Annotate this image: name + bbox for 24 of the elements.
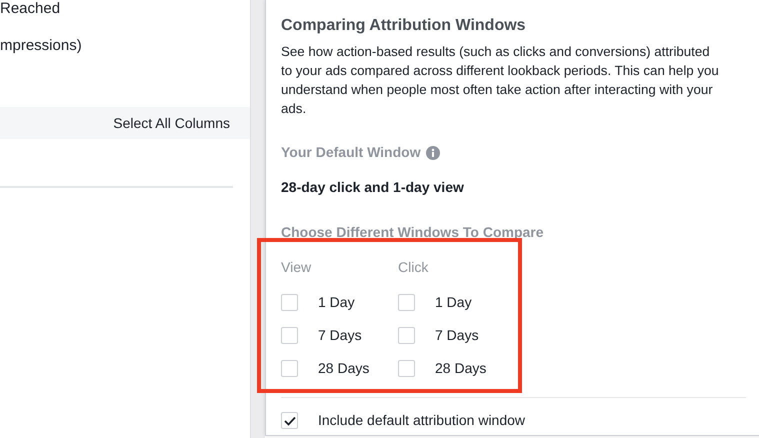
checkbox-label: 7 Days — [318, 326, 362, 345]
popover-title: Comparing Attribution Windows — [281, 16, 527, 36]
column-option[interactable]: mpressions) — [0, 37, 82, 54]
section-label: Your Default Window — [281, 143, 421, 162]
column-heading: Click — [398, 258, 430, 277]
checkbox-label: 1 Day — [435, 292, 472, 312]
checkbox-label: 7 Days — [435, 326, 479, 345]
default-window-value: 28-day click and 1-day view — [281, 178, 465, 197]
checkbox-label: Include default attribution window — [318, 411, 526, 430]
checkbox[interactable] — [398, 360, 415, 376]
section-label: Choose Different Windows To Compare — [281, 223, 545, 242]
checkbox-label: 28 Days — [435, 358, 486, 378]
checkbox-label: 1 Day — [318, 292, 355, 312]
info-icon[interactable] — [426, 146, 440, 160]
description-text: See how action-based results (such as clicks and conversions) attributed to your ads compared across different lookback periods. This can help you understand when people most often take action after interacting with your ads. — [281, 43, 720, 118]
checkbox[interactable] — [281, 294, 298, 310]
checkbox[interactable] — [398, 294, 415, 310]
column-option[interactable]: Reached — [0, 0, 60, 17]
checkbox[interactable] — [281, 360, 298, 376]
checkbox[interactable] — [398, 326, 415, 344]
checkbox[interactable] — [281, 412, 298, 429]
checkbox[interactable] — [281, 326, 298, 344]
column-heading: View — [281, 258, 312, 277]
checkbox-label: 28 Days — [318, 358, 370, 378]
